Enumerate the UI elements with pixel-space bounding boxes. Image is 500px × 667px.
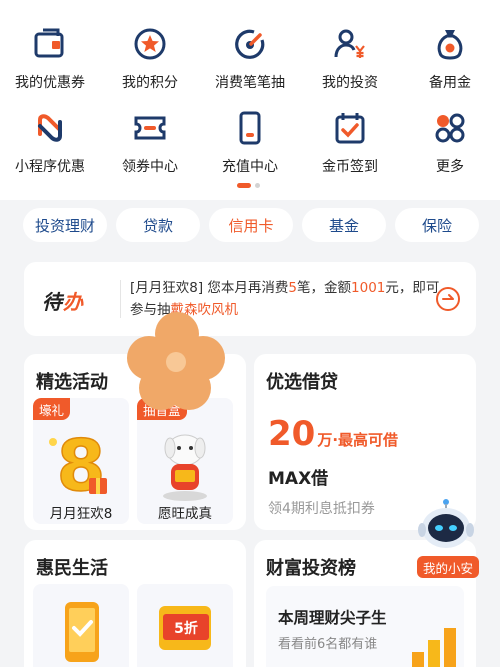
card-title: 财富投资榜 (266, 558, 356, 579)
card-title: 惠民生活 (36, 558, 108, 579)
loan-amount-value: 20 (268, 414, 316, 454)
shortcut-label: 更多 (436, 159, 464, 175)
shortcut-coupon-center[interactable]: 领券中心 (100, 102, 200, 186)
wealth-banner-subtitle: 看看前6名都有谁 (278, 637, 378, 652)
tab-investment[interactable]: 投资理财 (23, 208, 107, 242)
shortcut-label: 消费笔笔抽 (215, 75, 285, 91)
money-bag-icon (430, 24, 470, 64)
shortcut-label: 充值中心 (222, 159, 278, 175)
card-title: 精选活动 (36, 372, 108, 393)
lottery-dial-icon (230, 24, 270, 64)
loan-product-name: MAX借 (268, 469, 329, 489)
bar-trophy-illustration (412, 628, 456, 667)
mini-program-icon (30, 108, 70, 148)
tab-loan[interactable]: 贷款 (116, 208, 200, 242)
phone-topup-icon (230, 108, 270, 148)
activity-label: 月月狂欢8 (49, 506, 113, 522)
person-yen-icon (330, 24, 370, 64)
todo-badge-char: 办 (63, 290, 84, 314)
life-services-card: 惠民生活 5折 (24, 540, 246, 667)
more-grid-icon (430, 108, 470, 148)
shortcut-my-coupons[interactable]: 我的优惠券 (0, 18, 100, 102)
shortcut-label: 领券中心 (122, 159, 178, 175)
divider (120, 280, 121, 318)
ticket-icon (130, 108, 170, 148)
shortcut-label: 我的优惠券 (15, 75, 85, 91)
life-service-tile[interactable]: 5折 (137, 584, 233, 667)
svg-text:5折: 5折 (174, 620, 198, 637)
coupon-wallet-icon (30, 24, 70, 64)
checkin-calendar-icon (330, 108, 370, 148)
page-dot-active (237, 183, 251, 188)
loan-promo: 领4期利息抵扣券 (268, 501, 375, 517)
flower-sticker-overlay (127, 312, 225, 410)
shortcut-panel: 我的优惠券 我的积分 消费笔笔抽 我的投资 备用金 小程序优惠 领券中心 充值中… (0, 0, 500, 200)
page-indicator (237, 183, 260, 188)
todo-banner[interactable]: 待办 [月月狂欢8] 您本月再消费5笔，金额1001元，即可参与抽戴森吹风机 (24, 262, 476, 336)
arrow-right-icon[interactable] (436, 287, 460, 311)
loan-amount: 20 万·最高可借 (268, 414, 398, 454)
svg-text:8: 8 (57, 425, 106, 507)
robot-assistant-label[interactable]: 我的小安 (417, 556, 480, 578)
star-points-icon (130, 24, 170, 64)
shortcut-label: 我的投资 (322, 75, 378, 91)
tab-credit-card[interactable]: 信用卡 (209, 208, 293, 242)
phone-check-icon (65, 602, 99, 662)
todo-text-part: 笔，金额 (297, 280, 352, 296)
shortcut-label: 金币签到 (322, 159, 378, 175)
shortcut-topup-center[interactable]: 充值中心 (200, 102, 300, 186)
page-dot (255, 183, 260, 188)
wealth-banner-title: 本周理财尖子生 (278, 609, 387, 627)
todo-badge-char: 待 (42, 290, 63, 314)
shortcut-grid: 我的优惠券 我的积分 消费笔笔抽 我的投资 备用金 小程序优惠 领券中心 充值中… (0, 18, 500, 186)
card-title: 优选借贷 (266, 372, 338, 393)
shortcut-label: 我的积分 (122, 75, 178, 91)
loan-amount-suffix: 万·最高可借 (317, 431, 399, 449)
shortcut-coin-checkin[interactable]: 金币签到 (300, 102, 400, 186)
shortcut-label: 备用金 (429, 75, 471, 91)
activity-label: 愿旺成真 (158, 506, 212, 522)
shortcut-more[interactable]: 更多 (400, 102, 500, 186)
category-tabs: 投资理财 贷款 信用卡 基金 保险 (23, 208, 479, 242)
shortcut-reserve-fund[interactable]: 备用金 (400, 18, 500, 102)
todo-amount: 1001 (351, 280, 386, 296)
todo-count: 5 (288, 280, 298, 296)
wealth-ranking-banner[interactable]: 本周理财尖子生 看看前6名都有谁 (266, 586, 464, 667)
discount-coupon-icon: 5折 (159, 606, 211, 650)
todo-badge: 待办 (42, 286, 84, 315)
tab-insurance[interactable]: 保险 (395, 208, 479, 242)
shortcut-my-investment[interactable]: 我的投资 (300, 18, 400, 102)
shortcut-label: 小程序优惠 (15, 159, 85, 175)
tab-fund[interactable]: 基金 (302, 208, 386, 242)
shortcut-lottery[interactable]: 消费笔笔抽 (200, 18, 300, 102)
robot-assistant-icon[interactable] (416, 494, 476, 558)
shortcut-mini-program[interactable]: 小程序优惠 (0, 102, 100, 186)
todo-text-part: [月月狂欢8] 您本月再消费 (130, 280, 289, 296)
life-service-tile[interactable] (33, 584, 129, 667)
shortcut-my-points[interactable]: 我的积分 (100, 18, 200, 102)
